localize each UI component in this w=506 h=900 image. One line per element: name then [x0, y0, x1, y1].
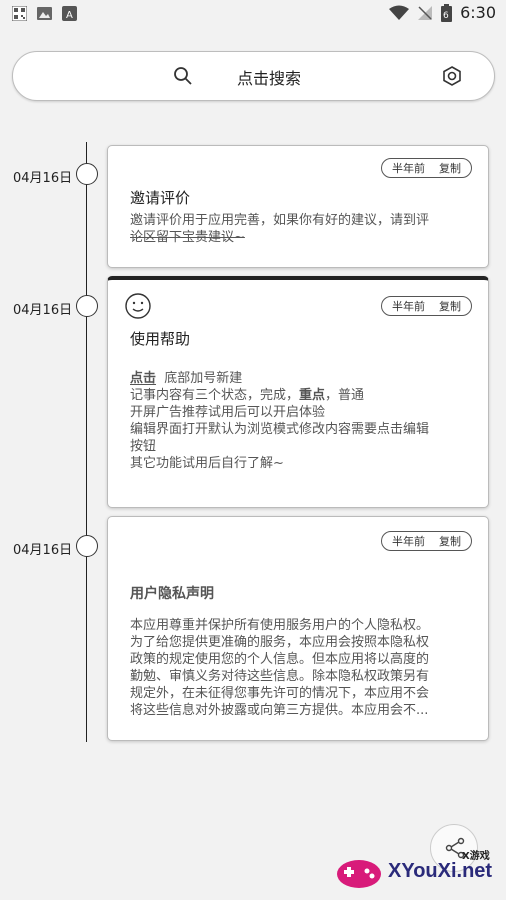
card-title: 用户隐私声明 — [130, 586, 214, 602]
card-title: 使用帮助 — [130, 330, 191, 348]
smiley-icon[interactable] — [124, 292, 152, 320]
status-bar: A 6 6:30 — [0, 0, 506, 28]
copy-button[interactable]: 复制 — [439, 160, 461, 176]
card-meta-pill: 半年前 复制 — [381, 531, 472, 551]
body-line: 编辑界面打开默认为浏览模式修改内容需要点击编辑 — [130, 422, 430, 437]
body-line: 按钮 — [130, 439, 157, 454]
body-line: 其它功能试用后自行了解~ — [130, 456, 284, 471]
bold-text: 重点 — [299, 388, 326, 403]
note-card-invite-review[interactable]: 半年前 复制 邀请评价 邀请评价用于应用完善，如果你有好的建议，请到评 论区留下… — [107, 145, 489, 268]
entry-date: 04月16日 — [13, 303, 73, 318]
note-card-privacy[interactable]: 半年前 复制 用户隐私声明 本应用尊重并保护所有使用服务用户的个人隐私权。 为了… — [107, 516, 489, 741]
search-icon — [174, 67, 192, 85]
card-meta-pill: 半年前 复制 — [381, 296, 472, 316]
body-line: 将这些信息对外披露或向第三方提供。本应用会不... — [130, 703, 429, 718]
body-line: 本应用尊重并保护所有使用服务用户的个人隐私权。 — [130, 618, 430, 633]
settings-icon[interactable] — [441, 65, 463, 87]
wifi-icon — [389, 5, 410, 20]
card-body: 邀请评价用于应用完善，如果你有好的建议，请到评 论区留下宝贵建议~ — [130, 212, 470, 246]
timeline-node — [76, 295, 98, 317]
clock: 6:30 — [460, 3, 496, 22]
body-line: 勤勉、审慎义务对待这些信息。除本隐私权政策另有 — [130, 669, 430, 684]
timeline-line — [86, 142, 87, 742]
card-time: 半年前 — [392, 162, 425, 175]
card-title: 邀请评价 — [130, 189, 191, 207]
notification-icons: A — [12, 6, 77, 21]
watermark-brand: XYouXi.net — [388, 860, 493, 882]
card-time: 半年前 — [392, 535, 425, 548]
gamepad-logo-icon — [337, 860, 381, 888]
entry-date: 04月16日 — [13, 543, 73, 558]
system-status: 6 6:30 — [389, 3, 496, 22]
note-card-usage-help[interactable]: 半年前 复制 使用帮助 点击 底部加号新建 记事内容有三个状态，完成，重点，普通… — [107, 276, 489, 508]
copy-button[interactable]: 复制 — [439, 533, 461, 549]
search-label: 点击搜索 — [237, 69, 302, 88]
svg-text:6: 6 — [443, 11, 449, 21]
card-meta-pill: 半年前 复制 — [381, 158, 472, 178]
qr-code-icon — [12, 6, 27, 21]
timeline-node — [76, 163, 98, 185]
battery-icon: 6 — [441, 3, 453, 22]
watermark: X游戏 XYouXi.net — [334, 846, 499, 896]
card-body: 本应用尊重并保护所有使用服务用户的个人隐私权。 为了给您提供更准确的服务，本应用… — [130, 617, 470, 719]
card-body: 点击 底部加号新建 记事内容有三个状态，完成，重点，普通 开屏广告推荐试用后可以… — [130, 370, 470, 472]
body-line: 论区留下宝贵建议~ — [130, 230, 245, 245]
card-time: 半年前 — [392, 300, 425, 313]
body-line: 邀请评价用于应用完善，如果你有好的建议，请到评 — [130, 213, 430, 228]
search-bar[interactable]: 点击搜索 — [12, 51, 495, 101]
body-line: 为了给您提供更准确的服务，本应用会按照本隐私权 — [130, 635, 430, 650]
image-icon — [37, 7, 52, 20]
entry-date: 04月16日 — [13, 171, 73, 186]
body-line: 规定外，在未征得您事先许可的情况下，本应用不会 — [130, 686, 430, 701]
body-line: 政策的规定使用您的个人信息。但本应用将以高度的 — [130, 652, 430, 667]
emphasized-text: 点击 — [130, 371, 157, 386]
text-app-icon: A — [62, 6, 77, 21]
copy-button[interactable]: 复制 — [439, 298, 461, 314]
timeline-node — [76, 535, 98, 557]
svg-text:A: A — [66, 10, 73, 21]
body-line: 点击 底部加号新建 — [130, 371, 243, 386]
no-signal-icon — [418, 5, 433, 20]
body-line: 开屏广告推荐试用后可以开启体验 — [130, 405, 326, 420]
body-line: 记事内容有三个状态，完成，重点，普通 — [130, 388, 365, 403]
